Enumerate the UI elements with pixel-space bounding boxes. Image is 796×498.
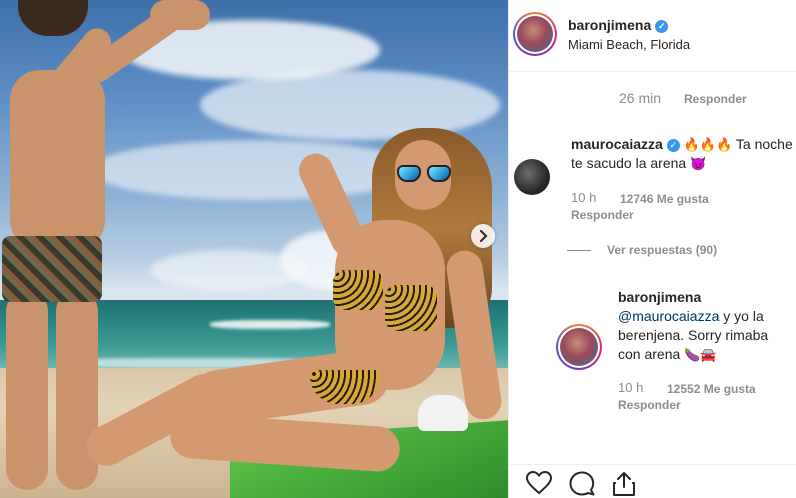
fire-emoji: 🔥🔥🔥 bbox=[683, 137, 733, 152]
reply-username-text[interactable]: baronjimena bbox=[618, 289, 701, 305]
avatar-image bbox=[560, 328, 598, 366]
cap bbox=[418, 395, 468, 431]
post-header: baronjimena ✓ Miami Beach, Florida bbox=[509, 0, 796, 72]
reply-body-line3: con arena 🍆🚘 bbox=[618, 345, 717, 364]
bikini-top-left bbox=[333, 270, 383, 310]
action-bar bbox=[509, 464, 796, 498]
reply-button[interactable]: Responder bbox=[684, 92, 747, 106]
verified-badge-icon: ✓ bbox=[666, 138, 680, 152]
reply-button[interactable]: Responder bbox=[618, 398, 681, 412]
divider-line bbox=[567, 250, 591, 252]
eggplant-car-emoji: 🍆🚘 bbox=[684, 347, 717, 362]
author-username[interactable]: baronjimena ✓ bbox=[568, 17, 669, 33]
reply-author-avatar[interactable] bbox=[556, 324, 602, 370]
bikini-top-right bbox=[385, 285, 437, 331]
comment-text-line2: te sacudo la arena bbox=[571, 155, 687, 171]
wave bbox=[210, 320, 330, 329]
mention-link[interactable]: @maurocaiazza bbox=[618, 308, 719, 324]
view-replies-button[interactable]: Ver respuestas (90) bbox=[567, 243, 717, 257]
reply-body-line2: berenjena. Sorry rimaba bbox=[618, 327, 769, 343]
next-photo-button[interactable] bbox=[471, 224, 495, 248]
reply-text-a: y yo la bbox=[719, 308, 764, 324]
author-avatar[interactable] bbox=[513, 12, 557, 56]
kid-swim-shorts bbox=[2, 236, 102, 302]
comment-time: 26 min bbox=[619, 90, 662, 106]
commenter-avatar[interactable] bbox=[514, 159, 550, 195]
cloud bbox=[90, 140, 420, 200]
sunglasses-lens bbox=[427, 165, 451, 182]
comment-likes[interactable]: 12552 Me gusta bbox=[667, 381, 756, 396]
share-button[interactable] bbox=[612, 471, 640, 498]
reply-body-line1: @maurocaiazza y yo la bbox=[618, 307, 764, 326]
commenter-username[interactable]: maurocaiazza bbox=[571, 136, 663, 152]
devil-emoji: 😈 bbox=[690, 156, 707, 171]
comment-time: 10 h bbox=[571, 190, 597, 205]
comment-button[interactable] bbox=[569, 471, 597, 498]
kid-hands bbox=[150, 0, 210, 30]
reply-button[interactable]: Responder bbox=[571, 208, 634, 222]
post-photo[interactable] bbox=[0, 0, 508, 498]
like-button[interactable] bbox=[525, 470, 554, 498]
post-side-panel: baronjimena ✓ Miami Beach, Florida 26 min… bbox=[508, 0, 796, 498]
cloud bbox=[150, 250, 310, 290]
sunglasses bbox=[397, 165, 453, 183]
comment-likes[interactable]: 12746 Me gusta bbox=[620, 191, 709, 206]
author-username-text[interactable]: baronjimena bbox=[568, 17, 651, 33]
view-replies-label: Ver respuestas (90) bbox=[607, 243, 718, 257]
cloud bbox=[200, 70, 500, 140]
comment-time: 10 h bbox=[618, 380, 644, 395]
reply-username: baronjimena bbox=[618, 288, 701, 307]
share-icon bbox=[613, 472, 635, 496]
reply-text-c: con arena bbox=[618, 346, 681, 362]
comment-text-line1: Ta noche bbox=[735, 136, 793, 152]
post-location[interactable]: Miami Beach, Florida bbox=[568, 37, 690, 52]
comment-body-line2: te sacudo la arena 😈 bbox=[571, 154, 706, 173]
verified-badge-icon: ✓ bbox=[655, 19, 669, 33]
heart-icon bbox=[525, 470, 553, 495]
kid-hair bbox=[18, 0, 88, 36]
kid-leg bbox=[6, 290, 48, 490]
chevron-right-icon bbox=[480, 230, 488, 242]
avatar-image bbox=[517, 16, 553, 52]
comment-body: maurocaiazza ✓ 🔥🔥🔥 Ta noche bbox=[571, 135, 796, 154]
sunglasses-lens bbox=[397, 165, 421, 182]
comment-icon bbox=[569, 471, 595, 496]
